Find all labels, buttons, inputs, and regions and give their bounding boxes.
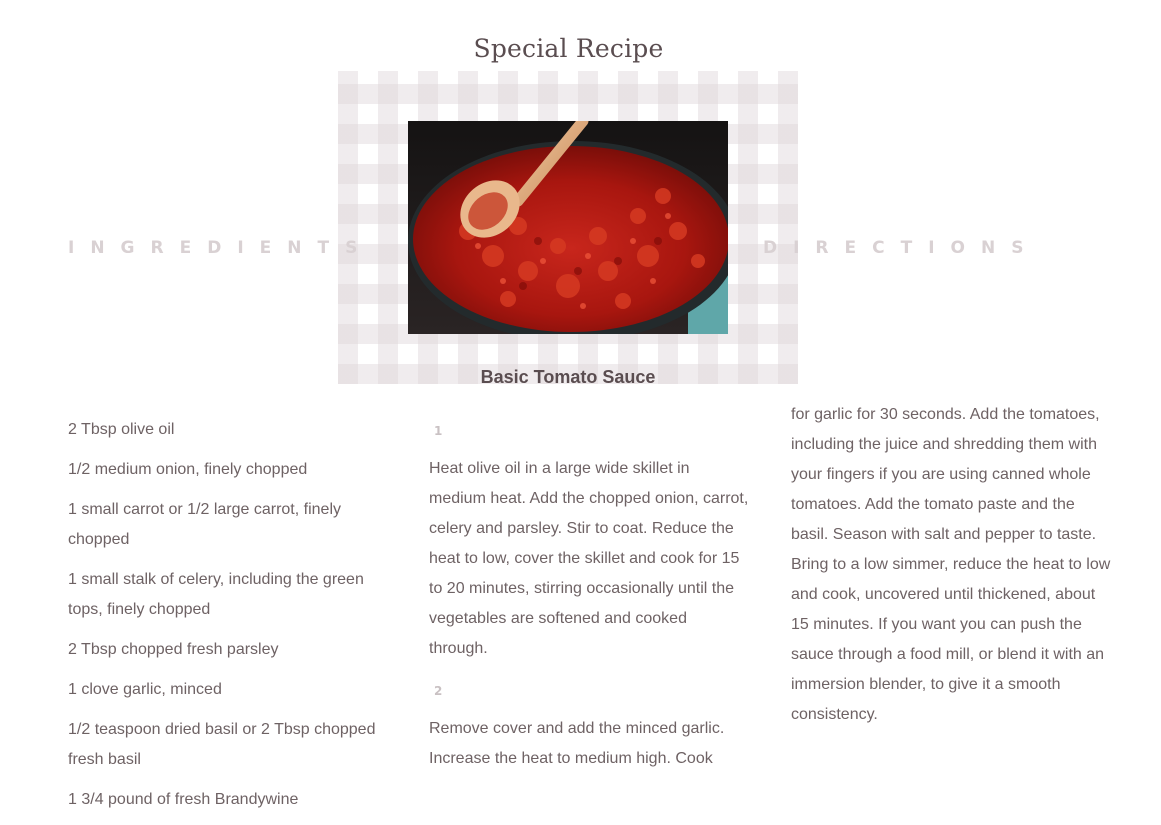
step-text: Heat olive oil in a large wide skillet i… [429,460,749,657]
ingredients-list: 2 Tbsp olive oil 1/2 medium onion, finel… [68,415,388,825]
ingredient-item: 1 3/4 pound of fresh Brandywine [68,791,299,808]
page-title: Special Recipe [473,34,664,63]
ingredients-heading: INGREDIENTS [68,238,374,258]
directions-heading: DIRECTIONS [763,238,1040,258]
direction-step: 2 Remove cover and add the minced garlic… [429,678,749,774]
ingredient-item: 1 small stalk of celery, including the g… [68,571,364,618]
tomato-sauce-photo [408,121,728,334]
ingredient-item: 2 Tbsp chopped fresh parsley [68,641,279,658]
step-text: Remove cover and add the minced garlic. … [429,720,725,767]
ingredient-item: 1 small carrot or 1/2 large carrot, fine… [68,501,341,548]
ingredient-item: 2 Tbsp olive oil [68,421,175,438]
recipe-name: Basic Tomato Sauce [480,367,656,387]
directions-list: 1 Heat olive oil in a large wide skillet… [429,418,749,774]
direction-step: 1 Heat olive oil in a large wide skillet… [429,418,749,664]
step-number: 1 [434,424,443,438]
step-text-continued: for garlic for 30 seconds. Add the tomat… [791,406,1111,723]
step-number: 2 [434,684,443,698]
ingredient-item: 1 clove garlic, minced [68,681,222,698]
ingredient-item: 1/2 teaspoon dried basil or 2 Tbsp chopp… [68,721,376,768]
ingredient-item: 1/2 medium onion, finely chopped [68,461,308,478]
